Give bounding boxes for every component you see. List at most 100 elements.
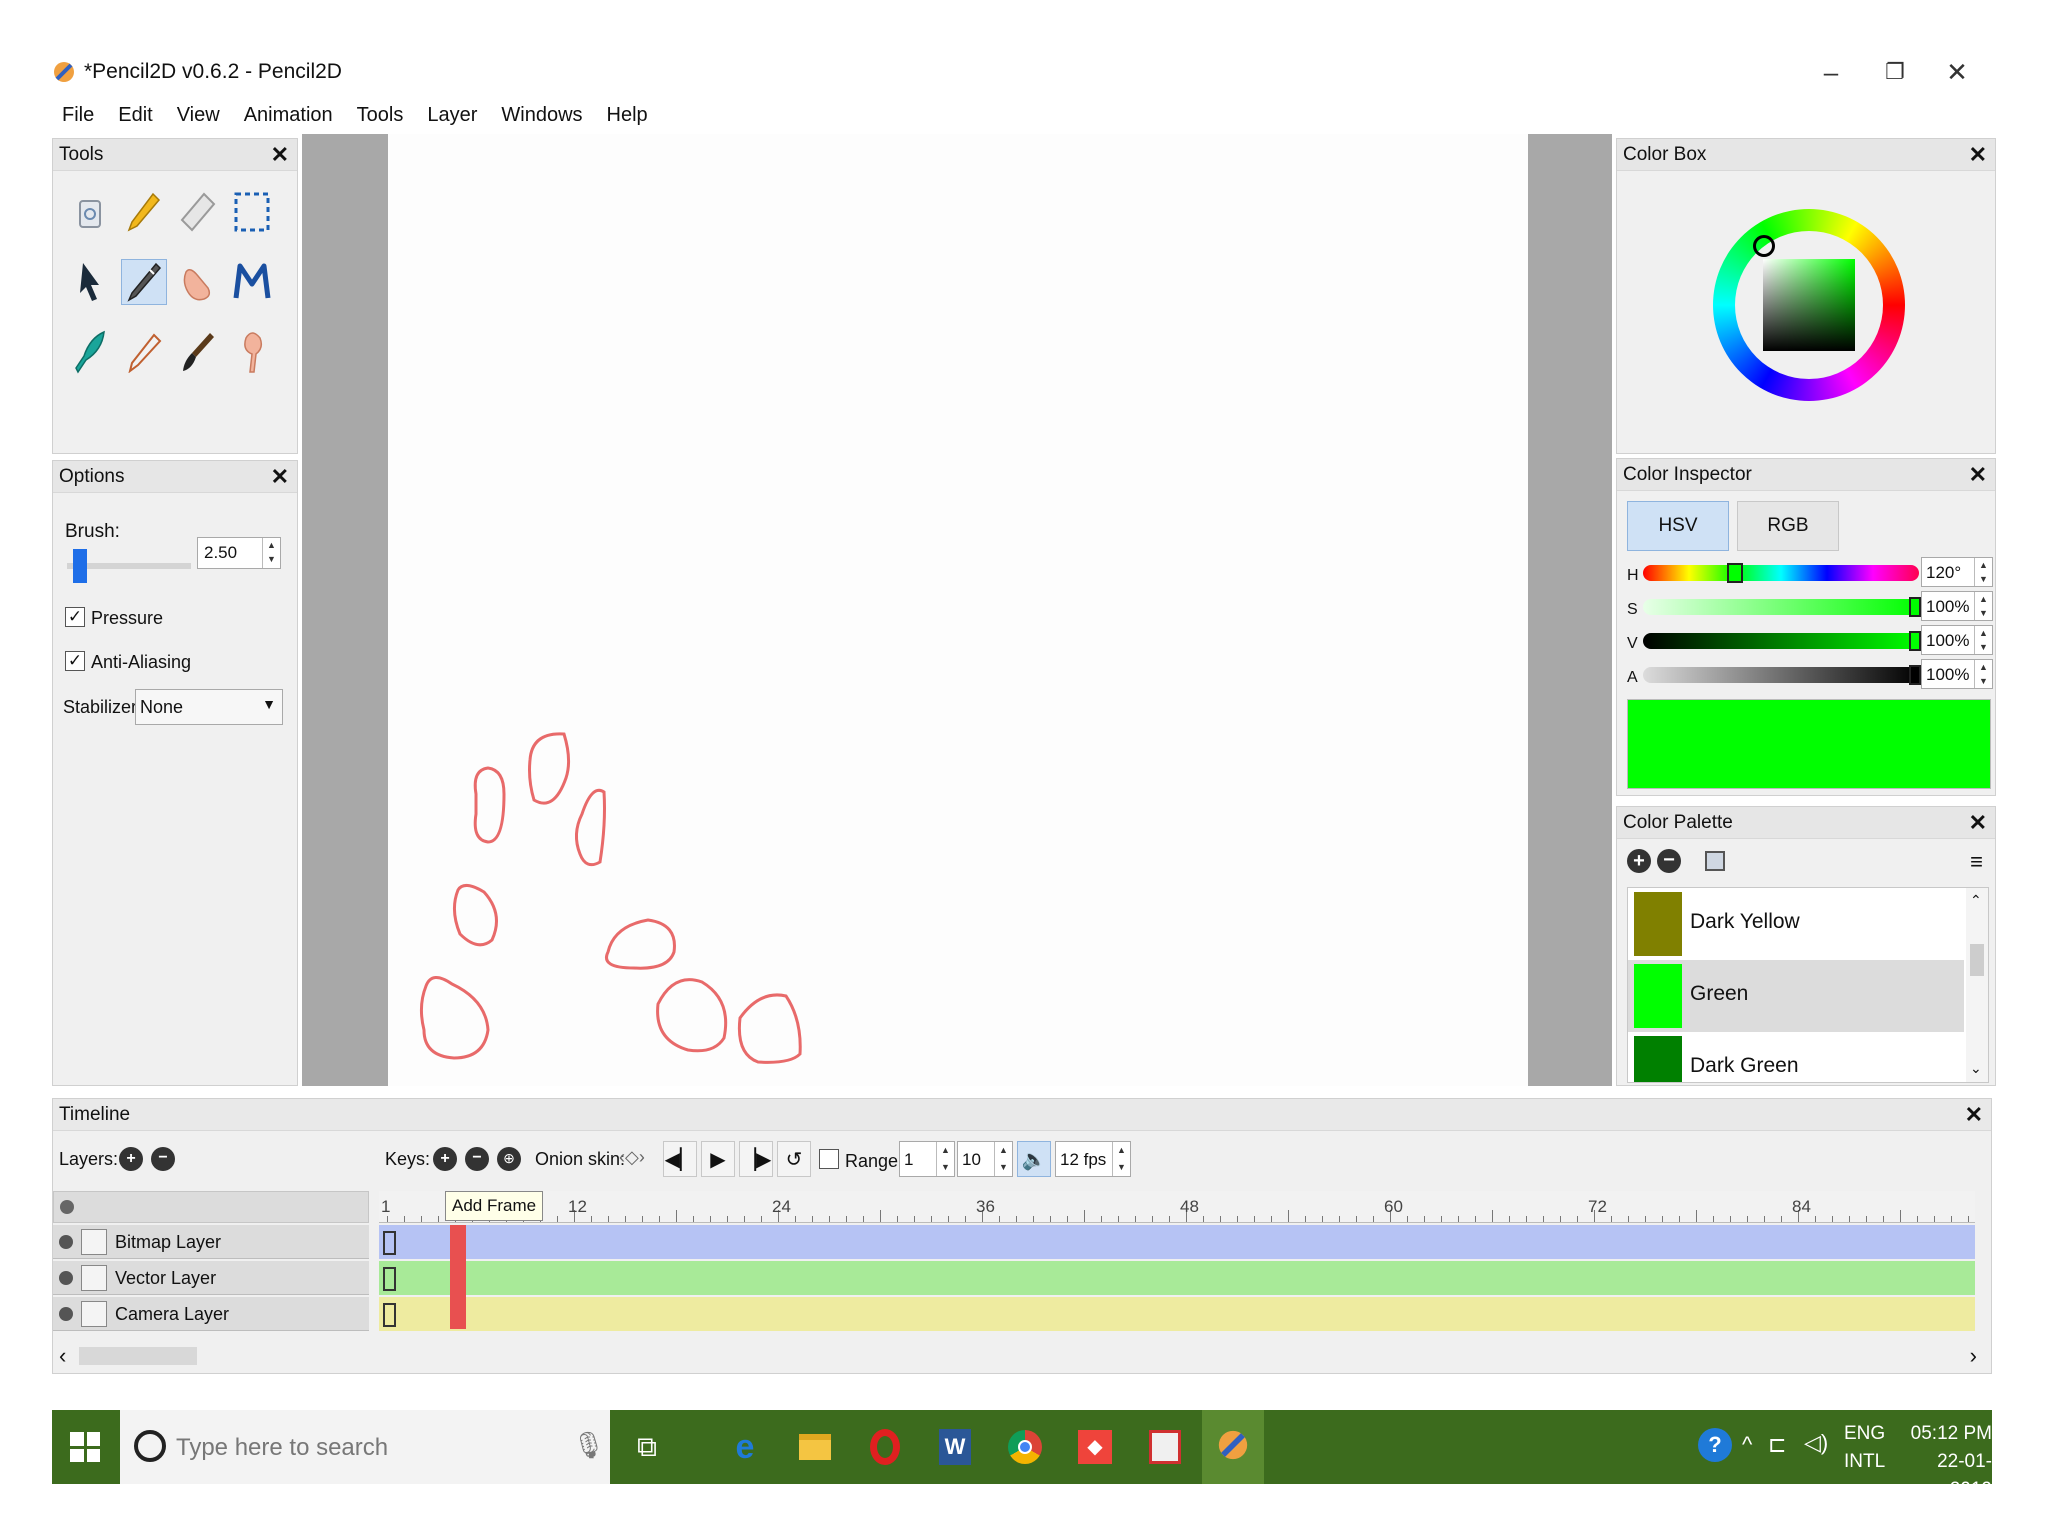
loop-button[interactable]: ↺ <box>777 1141 811 1177</box>
remove-layer-icon[interactable]: − <box>151 1147 175 1171</box>
tab-rgb[interactable]: RGB <box>1737 501 1839 551</box>
range-checkbox[interactable] <box>819 1149 839 1169</box>
options-panel-close-button[interactable]: ✕ <box>271 461 289 493</box>
color-inspector-close-button[interactable]: ✕ <box>1969 459 1987 491</box>
hue-spin-arrows[interactable]: ▲ ▼ <box>1974 558 1992 586</box>
alpha-spin-arrows[interactable]: ▲ ▼ <box>1974 660 1992 688</box>
taskbar-search-box[interactable]: Type here to search 🎙 <box>120 1410 610 1484</box>
layer-visibility-icon[interactable] <box>59 1307 73 1321</box>
color-box-close-button[interactable]: ✕ <box>1969 139 1987 171</box>
layer-visibility-icon[interactable] <box>59 1235 73 1249</box>
saturation-value-square[interactable] <box>1763 259 1855 351</box>
tools-panel-close-button[interactable]: ✕ <box>271 139 289 171</box>
fps-spinbox[interactable]: 12 fps ▲ ▼ <box>1055 1141 1131 1177</box>
remove-color-icon[interactable]: − <box>1657 849 1681 873</box>
palette-menu-icon[interactable]: ≡ <box>1970 849 1983 875</box>
menu-tools[interactable]: Tools <box>347 100 414 134</box>
value-slider[interactable] <box>1643 631 1921 651</box>
restore-button[interactable]: ❐ <box>1870 52 1920 92</box>
hue-spinbox[interactable]: 120° ▲ ▼ <box>1921 557 1993 587</box>
layer-track[interactable] <box>379 1261 1975 1295</box>
opera-browser-icon[interactable] <box>862 1424 908 1470</box>
range-start-spinbox[interactable]: 1 ▲ ▼ <box>899 1141 955 1177</box>
add-frame-icon[interactable]: + <box>433 1147 457 1171</box>
palette-scrollbar[interactable]: ⌃ ⌄ <box>1966 888 1988 1082</box>
play-button[interactable]: ▶ <box>701 1141 735 1177</box>
color-palette-close-button[interactable]: ✕ <box>1969 807 1987 839</box>
palette-item[interactable]: Dark Green <box>1628 1032 1964 1082</box>
stabilizer-dropdown[interactable]: None ▼ <box>135 689 283 725</box>
keyframe[interactable] <box>383 1231 396 1255</box>
tab-hsv[interactable]: HSV <box>1627 501 1729 551</box>
brush-tool-button[interactable] <box>175 329 221 375</box>
clock[interactable]: 05:12 PM 22-01-2019 <box>1898 1420 1992 1504</box>
timeline-scrollbar[interactable]: ‹ › <box>53 1343 1983 1369</box>
minimize-button[interactable]: – <box>1806 52 1856 92</box>
palette-view-icon[interactable] <box>1705 851 1725 871</box>
help-icon[interactable]: ? <box>1698 1428 1732 1462</box>
clear-tool-button[interactable] <box>67 189 113 235</box>
playhead[interactable] <box>450 1225 466 1329</box>
eraser-tool-button[interactable] <box>175 189 221 235</box>
add-color-icon[interactable]: + <box>1627 849 1651 873</box>
windows-start-icon[interactable] <box>70 1432 100 1462</box>
layer-row[interactable]: Vector Layer <box>53 1261 369 1295</box>
brush-slider-handle[interactable] <box>73 549 88 583</box>
palette-scroll-thumb[interactable] <box>1970 944 1984 976</box>
range-end-spinbox[interactable]: 10 ▲ ▼ <box>957 1141 1013 1177</box>
layer-row[interactable]: Camera Layer <box>53 1297 369 1331</box>
layer-track[interactable] <box>379 1225 1975 1259</box>
chrome-browser-icon[interactable] <box>1002 1424 1048 1470</box>
menu-windows[interactable]: Windows <box>491 100 592 134</box>
menu-layer[interactable]: Layer <box>417 100 487 134</box>
hue-picker-handle[interactable] <box>1753 235 1775 257</box>
brush-size-spinbox[interactable]: 2.50 ▲ ▼ <box>197 537 281 569</box>
scroll-right-icon[interactable]: › <box>1970 1343 1977 1369</box>
saturation-spinbox[interactable]: 100% ▲ ▼ <box>1921 591 1993 621</box>
sound-toggle-button[interactable]: 🔈 <box>1017 1141 1051 1177</box>
menu-animation[interactable]: Animation <box>234 100 343 134</box>
color-wheel[interactable] <box>1713 185 1905 435</box>
anydesk-icon[interactable]: ◆ <box>1072 1424 1118 1470</box>
polyline-tool-button[interactable] <box>67 329 113 375</box>
smudge-tool-button[interactable] <box>229 259 275 305</box>
canvas-area[interactable] <box>302 134 1612 1086</box>
drawing-canvas[interactable] <box>388 134 1528 1086</box>
menu-file[interactable]: File <box>52 100 104 134</box>
hue-slider-handle[interactable] <box>1726 563 1743 583</box>
microphone-icon[interactable]: 🎙 <box>572 1430 605 1461</box>
layer-track[interactable] <box>379 1297 1975 1331</box>
volume-icon[interactable]: ◁) <box>1804 1430 1828 1456</box>
brush-slider[interactable] <box>67 549 191 583</box>
timeline-close-button[interactable]: ✕ <box>1965 1099 1983 1131</box>
previous-frame-button[interactable]: ◀▏ <box>663 1141 697 1177</box>
add-layer-icon[interactable]: + <box>119 1147 143 1171</box>
range-end-arrows[interactable]: ▲ ▼ <box>994 1142 1012 1176</box>
select-tool-button[interactable] <box>229 189 275 235</box>
hand-tool-button[interactable] <box>175 259 221 305</box>
value-spinbox[interactable]: 100% ▲ ▼ <box>1921 625 1993 655</box>
language-indicator[interactable]: ENG INTL <box>1844 1420 1885 1476</box>
move-tool-button[interactable] <box>67 259 113 305</box>
scroll-up-icon[interactable]: ⌃ <box>1970 892 1982 909</box>
palette-item[interactable]: Green <box>1628 960 1964 1032</box>
scroll-down-icon[interactable]: ⌄ <box>1970 1060 1982 1077</box>
brush-size-spin-arrows[interactable]: ▲ ▼ <box>262 538 280 568</box>
keyframe[interactable] <box>383 1267 396 1291</box>
file-explorer-icon[interactable] <box>792 1424 838 1470</box>
duplicate-frame-icon[interactable]: ⊕ <box>497 1147 521 1171</box>
saturation-slider[interactable] <box>1643 597 1921 617</box>
close-window-button[interactable]: ✕ <box>1932 52 1982 92</box>
eyedropper-tool-button[interactable] <box>121 259 167 305</box>
pressure-checkbox[interactable]: ✓ <box>65 607 85 627</box>
saturation-spin-arrows[interactable]: ▲ ▼ <box>1974 592 1992 620</box>
menu-view[interactable]: View <box>167 100 230 134</box>
task-view-icon[interactable]: ⧉ <box>624 1424 670 1470</box>
anti-aliasing-checkbox[interactable]: ✓ <box>65 651 85 671</box>
remove-frame-icon[interactable]: − <box>465 1147 489 1171</box>
menu-edit[interactable]: Edit <box>108 100 162 134</box>
visibility-all-icon[interactable] <box>60 1200 74 1214</box>
palette-item[interactable]: Dark Yellow <box>1628 888 1964 960</box>
pdf-reader-icon[interactable] <box>1142 1424 1188 1470</box>
scroll-left-icon[interactable]: ‹ <box>59 1343 66 1369</box>
